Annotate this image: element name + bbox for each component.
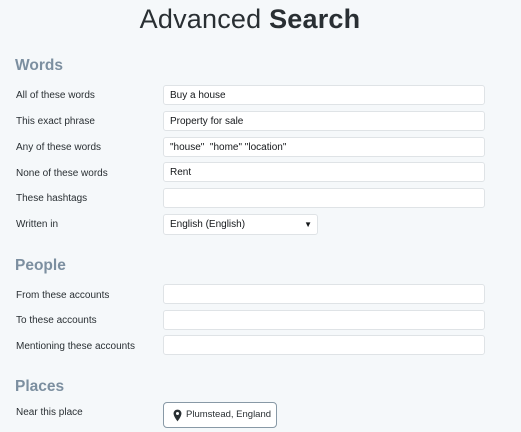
all-words-input[interactable] (163, 85, 485, 105)
all-words-label: All of these words (16, 90, 95, 101)
section-title-words: Words (15, 57, 63, 74)
mentioning-accounts-label: Mentioning these accounts (16, 341, 135, 352)
near-place-label: Near this place (16, 407, 83, 418)
map-pin-icon (173, 409, 182, 422)
language-select[interactable]: English (English) ▼ (163, 214, 318, 235)
mentioning-accounts-input[interactable] (163, 335, 485, 355)
page-title-regular: Advanced (139, 4, 262, 34)
none-words-input[interactable] (163, 162, 485, 182)
section-title-people: People (15, 257, 66, 274)
from-accounts-label: From these accounts (16, 290, 110, 301)
to-accounts-label: To these accounts (16, 315, 97, 326)
page-title-bold: Search (269, 4, 361, 34)
near-place-value: Plumstead, England (186, 409, 272, 420)
exact-phrase-label: This exact phrase (16, 116, 95, 127)
any-words-label: Any of these words (16, 142, 102, 153)
hashtags-input[interactable] (163, 188, 485, 208)
none-words-label: None of these words (16, 168, 108, 179)
written-in-label: Written in (16, 219, 59, 230)
to-accounts-input[interactable] (163, 310, 485, 330)
section-title-places: Places (15, 378, 65, 395)
page-title: Advanced Search (0, 4, 500, 35)
any-words-input[interactable] (163, 137, 485, 157)
exact-phrase-input[interactable] (163, 111, 485, 131)
hashtags-label: These hashtags (16, 193, 88, 204)
near-place-button[interactable]: Plumstead, England (163, 402, 277, 428)
language-select-value: English (English) (170, 219, 246, 230)
dropdown-arrow-icon: ▼ (304, 220, 312, 229)
from-accounts-input[interactable] (163, 284, 485, 304)
